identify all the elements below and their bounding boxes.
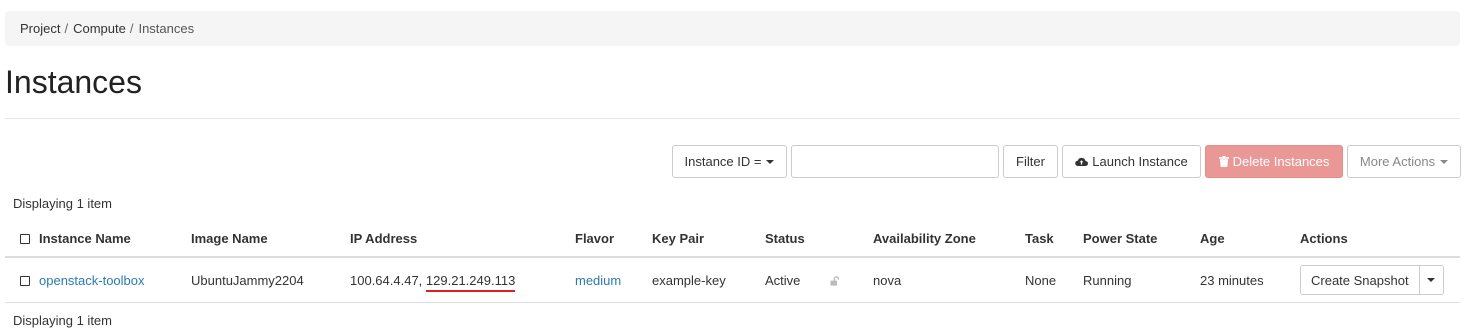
delete-instances-label: Delete Instances [1232, 154, 1330, 169]
more-actions-dropdown[interactable]: More Actions [1347, 145, 1461, 178]
caret-down-icon [1427, 278, 1436, 282]
breadcrumb-separator: / [129, 21, 134, 36]
cloud-upload-icon [1075, 157, 1089, 167]
row-actions-dropdown-toggle[interactable] [1419, 265, 1444, 295]
column-header[interactable]: Task [1025, 220, 1083, 258]
row-checkbox[interactable] [20, 276, 30, 287]
title-divider [5, 118, 1460, 119]
ip-public: 129.21.249.113 [425, 272, 516, 292]
key-pair-cell: example-key [652, 257, 765, 303]
caret-down-icon [766, 159, 775, 164]
page-title: Instances [5, 64, 142, 100]
filter-button[interactable]: Filter [1003, 145, 1058, 178]
image-name-cell: UbuntuJammy2204 [191, 257, 350, 303]
breadcrumb-compute[interactable]: Compute [73, 21, 126, 36]
table-header-row: Instance Name Image Name IP Address Flav… [5, 220, 1460, 258]
launch-instance-label: Launch Instance [1092, 154, 1188, 169]
filter-field-label: Instance ID = [684, 154, 762, 169]
delete-instances-button[interactable]: Delete Instances [1205, 145, 1343, 178]
caret-down-icon [1440, 159, 1449, 164]
trash-icon [1218, 156, 1229, 167]
actions-cell: Create Snapshot [1300, 257, 1460, 303]
column-header[interactable]: Age [1200, 220, 1300, 258]
unlock-icon [830, 276, 840, 286]
power-state-cell: Running [1083, 257, 1200, 303]
instance-name-link[interactable]: openstack-toolbox [39, 273, 145, 288]
breadcrumb-instances: Instances [138, 21, 195, 36]
item-count: Displaying 1 item [13, 196, 112, 211]
flavor-link[interactable]: medium [575, 273, 621, 288]
ip-private: 100.64.4.47, [350, 272, 426, 288]
create-snapshot-button[interactable]: Create Snapshot [1300, 265, 1420, 295]
select-all-checkbox[interactable] [20, 234, 30, 245]
breadcrumb: Project / Compute / Instances [5, 11, 1460, 46]
availability-zone-cell: nova [873, 257, 1025, 303]
table-row: openstack-toolbox UbuntuJammy2204 100.64… [5, 257, 1460, 303]
age-cell: 23 minutes [1200, 257, 1300, 303]
status-cell: Active [765, 257, 873, 303]
item-count-footer: Displaying 1 item [13, 313, 112, 328]
column-header[interactable]: Key Pair [652, 220, 765, 258]
task-cell: None [1025, 257, 1083, 303]
column-header[interactable]: Image Name [191, 220, 350, 258]
column-header[interactable]: Power State [1083, 220, 1200, 258]
column-header[interactable]: Instance Name [39, 220, 191, 258]
ip-address-cell: 100.64.4.47, 129.21.249.113 [350, 257, 575, 303]
column-header[interactable]: Status [765, 220, 873, 258]
row-actions-group: Create Snapshot [1300, 265, 1444, 295]
column-header[interactable]: IP Address [350, 220, 575, 258]
more-actions-label: More Actions [1359, 154, 1436, 169]
filter-field-dropdown[interactable]: Instance ID = [672, 145, 787, 178]
column-header[interactable]: Flavor [575, 220, 652, 258]
filter-input[interactable] [791, 145, 999, 178]
status-text: Active [765, 272, 801, 288]
instances-table: Instance Name Image Name IP Address Flav… [5, 220, 1460, 303]
column-header[interactable]: Availability Zone [873, 220, 1025, 258]
breadcrumb-separator: / [64, 21, 69, 36]
column-header: Actions [1300, 220, 1460, 258]
breadcrumb-project[interactable]: Project [20, 21, 60, 36]
launch-instance-button[interactable]: Launch Instance [1062, 145, 1201, 178]
